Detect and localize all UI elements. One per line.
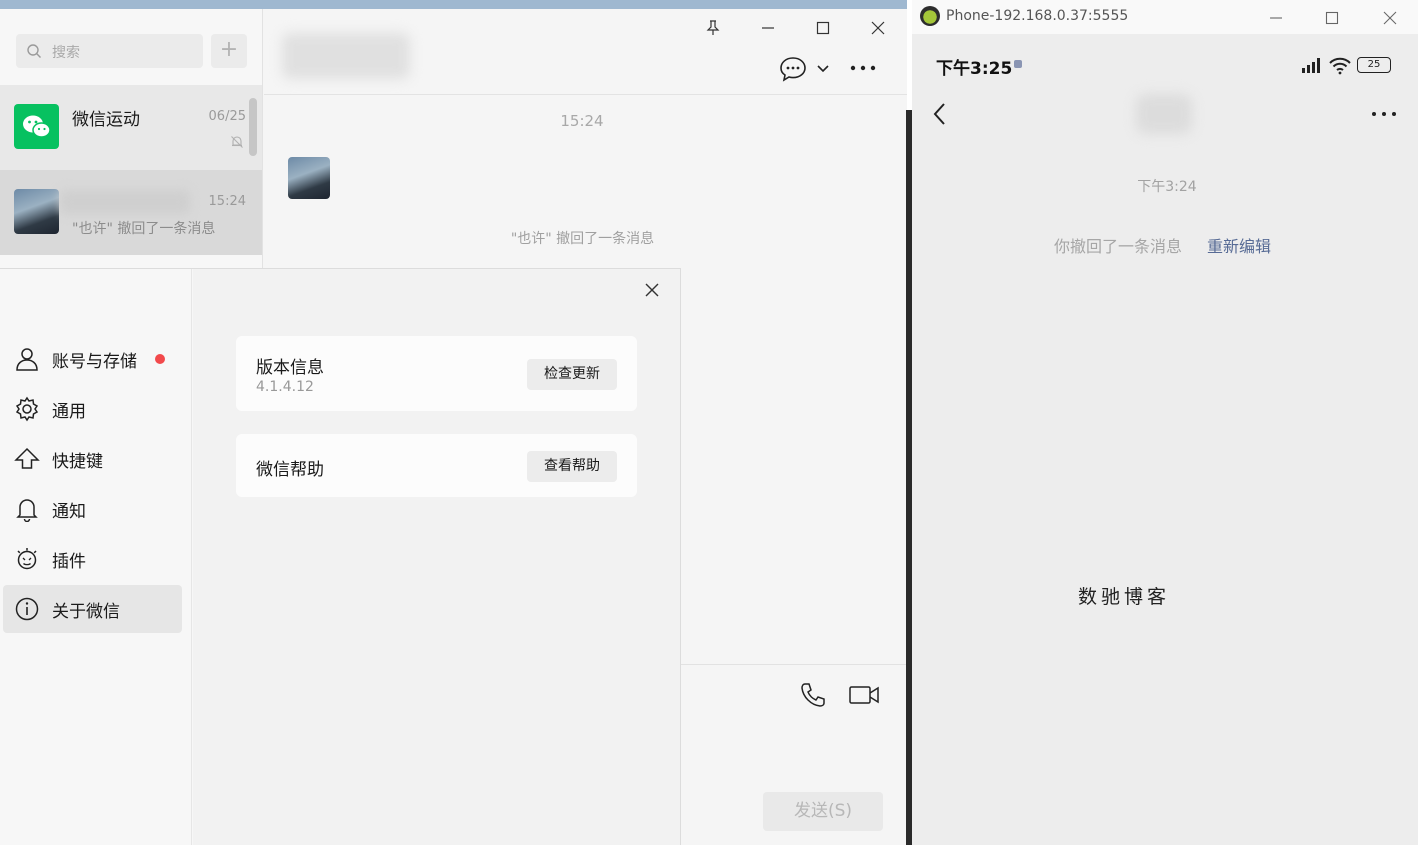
settings-nav-label: 账号与存储 [52,352,137,372]
search-input[interactable]: 搜索 [16,34,203,68]
minimize-icon [1270,17,1282,19]
settings-nav-shortcuts[interactable]: 快捷键 [3,435,182,483]
more-options-icon[interactable] [1370,106,1398,122]
version-info-title: 版本信息 [256,358,324,378]
search-placeholder: 搜索 [52,45,80,61]
phone-window-title: Phone-192.168.0.37:5555 [946,8,1129,24]
maximize-icon [1325,11,1339,25]
settings-nav-label: 通用 [52,402,86,422]
android-icon [920,6,940,26]
wechat-help-title: 微信帮助 [256,460,324,480]
video-call-icon[interactable] [848,683,880,707]
version-number: 4.1.4.12 [256,379,314,395]
voice-call-icon[interactable] [799,681,827,709]
pin-icon [706,20,720,35]
reedit-link[interactable]: 重新编辑 [1207,233,1271,257]
settings-nav-label: 关于微信 [52,602,120,622]
arrow-up-icon [14,447,40,469]
alert-dot [155,354,165,364]
blurred-chat-title [282,33,410,79]
wifi-icon [1329,57,1351,75]
battery-icon: 25 [1357,57,1391,73]
close-button[interactable] [866,16,890,40]
close-icon [1383,11,1397,25]
back-arrow-icon[interactable] [930,100,950,128]
settings-nav-notifications[interactable]: 通知 [3,485,182,533]
chat-list-item-selected[interactable]: 15:24 "也许" 撤回了一条消息 [0,170,262,255]
chat-list-item[interactable]: 微信运动 06/25 [0,85,262,170]
settings-close-icon[interactable] [641,279,663,301]
phone-close-button[interactable] [1378,6,1402,30]
status-indicator-icon [1014,60,1022,68]
status-bar-time: 下午3:25 [936,59,1013,79]
blurred-phone-chat-title [1136,94,1192,134]
bell-icon [16,499,38,522]
recall-notice: "也许" 撤回了一条消息 [510,231,655,247]
chat-time: 06/25 [208,109,246,124]
settings-nav-plugins[interactable]: 插件 [3,535,182,583]
message-timestamp: 15:24 [560,112,604,130]
phone-maximize-button[interactable] [1320,6,1344,30]
chat-name: 微信运动 [72,110,140,130]
close-icon [871,21,885,35]
watermark-text: 数驰博客 [1078,586,1171,608]
maximize-icon [816,21,830,35]
add-button[interactable]: + [211,34,247,68]
mute-bell-icon [231,136,243,148]
settings-nav-label: 快捷键 [52,452,103,472]
plugin-icon [17,548,37,570]
contact-avatar[interactable] [288,157,330,199]
wechat-logo-icon [23,115,51,138]
more-options-icon[interactable] [848,58,878,78]
chat-time: 15:24 [208,194,246,209]
contact-avatar [14,189,59,234]
maximize-button[interactable] [811,16,835,40]
phone-minimize-button[interactable] [1264,6,1288,30]
settings-nav-about[interactable]: 关于微信 [3,585,182,633]
chevron-down-icon[interactable] [814,60,832,78]
settings-nav-label: 通知 [52,502,86,522]
chat-list-scrollbar[interactable] [249,98,257,156]
gear-icon [15,396,39,422]
view-help-button[interactable]: 查看帮助 [527,451,617,482]
settings-nav-label: 插件 [52,552,86,572]
cell-signal-icon [1302,58,1320,73]
search-icon [27,44,41,58]
phone-recall-notice: 你撤回了一条消息 [1054,237,1183,256]
settings-nav-account-storage[interactable]: 账号与存储 [3,335,182,383]
phone-message-timestamp: 下午3:24 [1137,179,1197,195]
version-info-card: 版本信息 4.1.4.12 检查更新 [236,336,637,411]
chat-preview: "也许" 撤回了一条消息 [72,221,216,237]
chat-bubble-icon[interactable] [779,56,807,82]
person-icon [16,348,38,371]
check-update-button[interactable]: 检查更新 [527,359,617,390]
minimize-button[interactable] [756,16,780,40]
wechat-sport-avatar [14,104,59,149]
pin-button[interactable] [701,16,725,40]
blurred-contact-name [60,190,190,214]
info-icon [15,597,39,621]
send-button[interactable]: 发送(S) [763,792,883,831]
wechat-help-card: 微信帮助 查看帮助 [236,434,637,497]
settings-nav-general[interactable]: 通用 [3,385,182,433]
minimize-icon [762,27,774,29]
